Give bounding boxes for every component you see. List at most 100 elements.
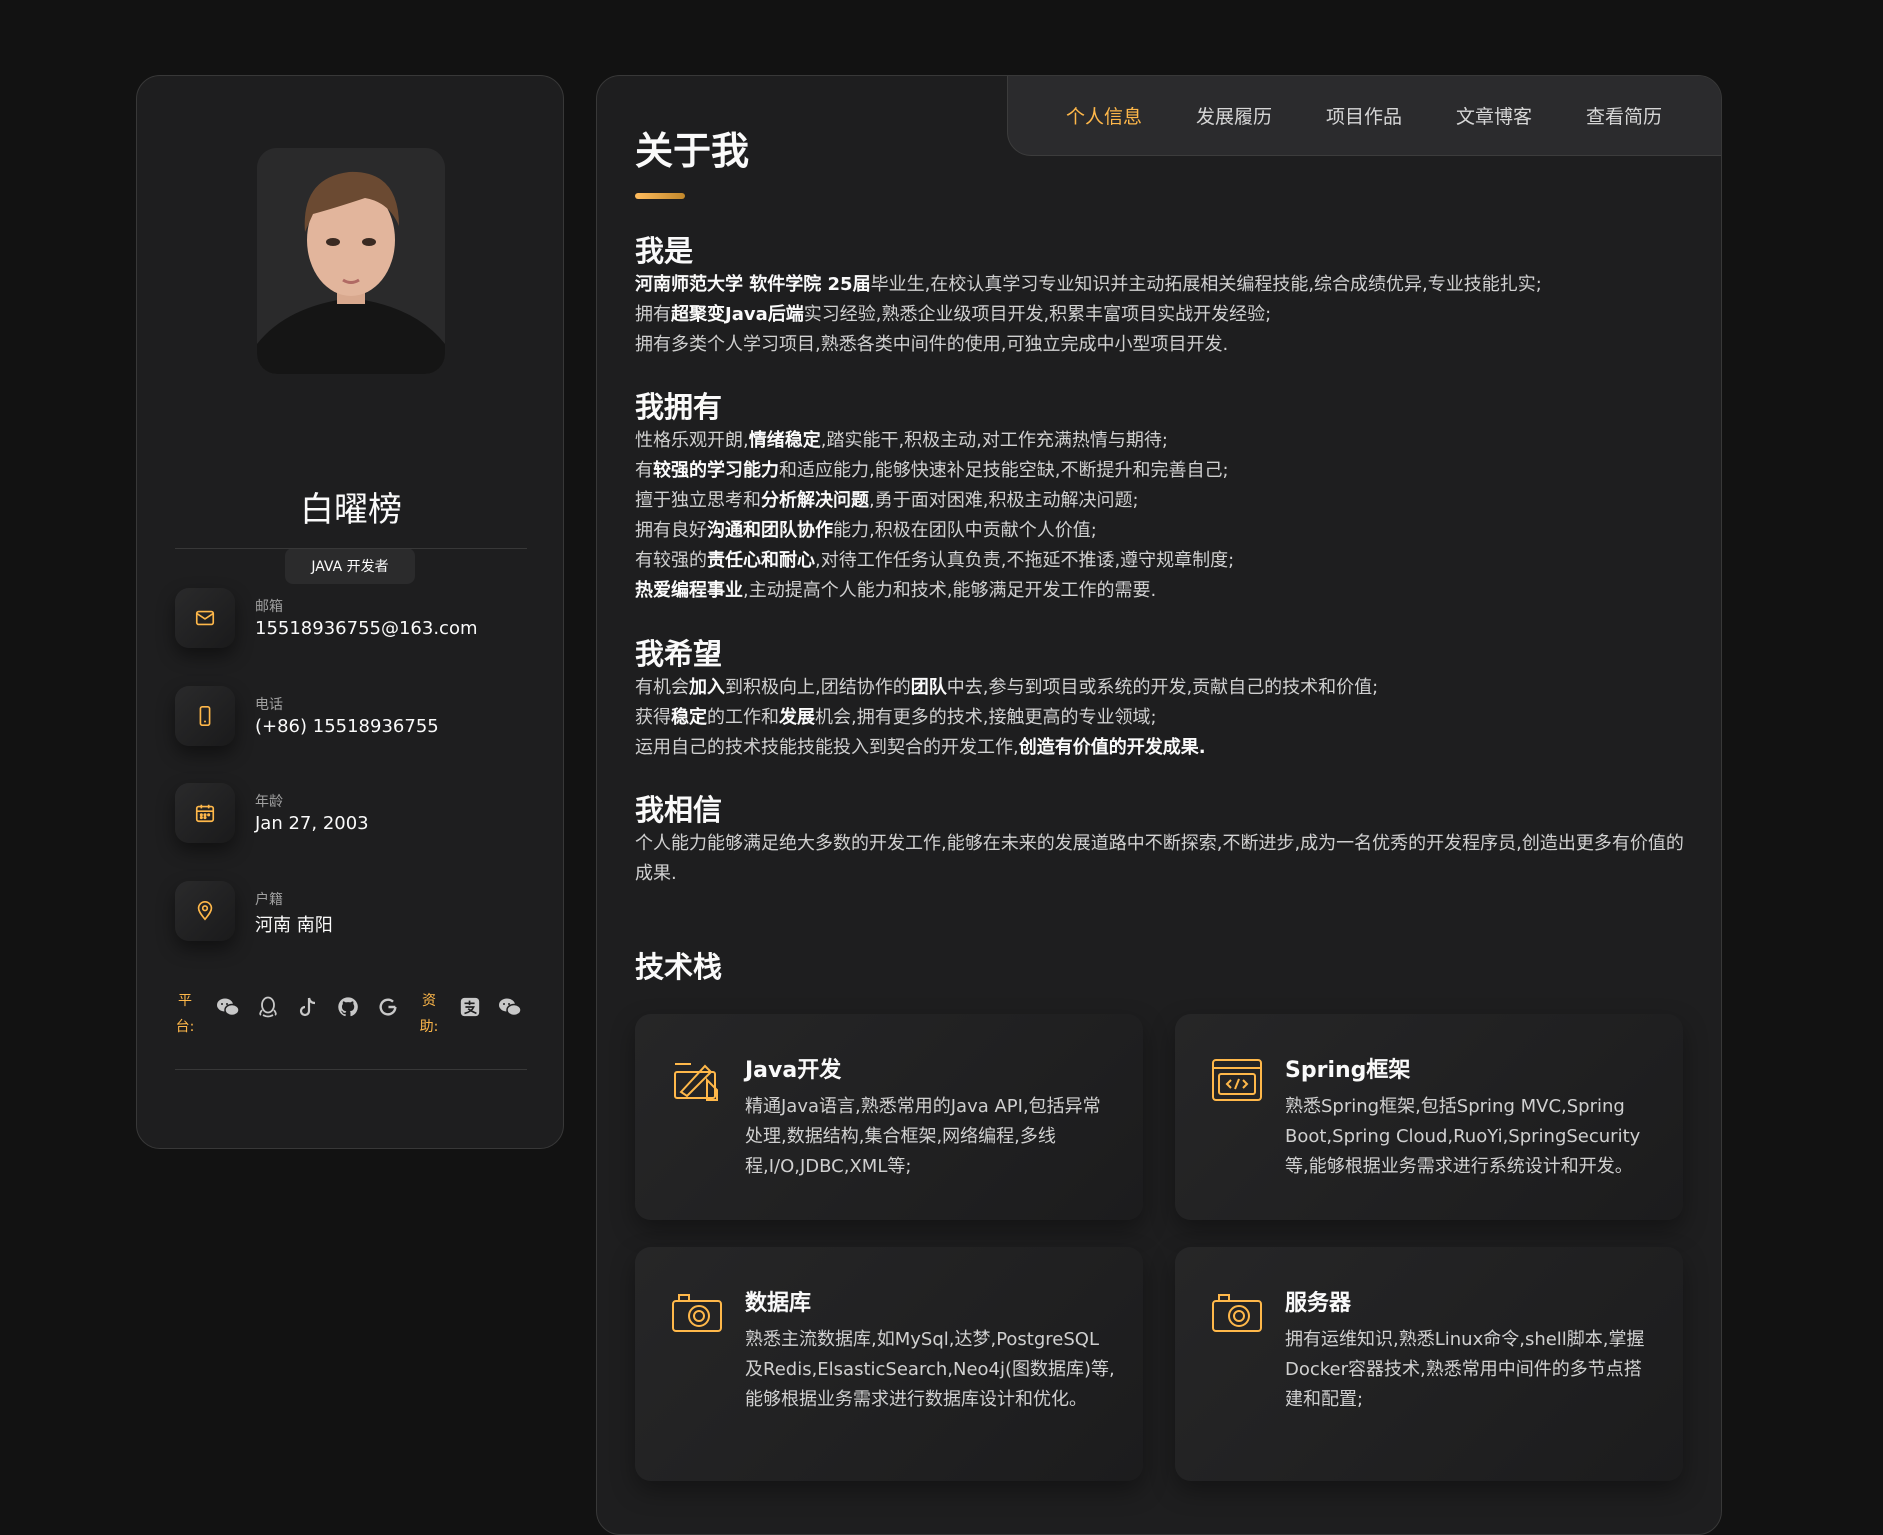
highlight-text: 发展 [779,707,815,728]
nav-item-blog[interactable]: 文章博客 [1456,102,1532,129]
service-card-java: Java开发 精通Java语言,熟悉常用的Java API,包括异常处理,数据结… [635,1014,1143,1220]
highlight-text: 团队 [910,677,947,698]
sponsor-label: 资助: [419,993,439,1035]
paragraph-line: 拥有超聚变Java后端实习经验,熟悉企业级项目开发,积累丰富项目实战开发经验; [635,300,1685,330]
profile-title-badge: JAVA 开发者 [285,548,415,584]
contact-birthday-title: 年龄 [255,794,283,810]
body-text: 的工作和 [707,707,779,728]
title-underline [635,193,685,199]
body-text: ,主动提高个人能力和技术,能够满足开发工作的需要. [743,580,1157,601]
contact-email-value[interactable]: 15518936755@163.com [255,618,478,639]
highlight-text: 热爱编程事业 [635,580,743,601]
body-text: 拥有良好 [635,520,707,541]
body-text: 获得 [635,707,671,728]
paragraph-line: 擅于独立思考和分析解决问题,勇于面对困难,积极主动解决问题; [635,486,1685,516]
camera-icon [1212,1294,1262,1332]
service-title: 数据库 [745,1291,812,1316]
section-heading-i-hope: 我希望 [635,637,723,671]
paragraph-line: 河南师范大学 软件学院 25届毕业生,在校认真学习专业知识并主动拓展相关编程技能… [635,270,1685,300]
tiktok-icon[interactable] [295,994,321,1020]
service-text: 精通Java语言,熟悉常用的Java API,包括异常处理,数据结构,集合框架,… [745,1096,1101,1177]
nav-item-resume-timeline[interactable]: 发展履历 [1196,102,1272,129]
navbar: 个人信息 发展履历 项目作品 文章博客 查看简历 [1007,76,1721,156]
phone-icon [175,686,235,746]
wechat-pay-icon[interactable] [497,994,523,1020]
highlight-text: 分析解决问题 [761,490,869,511]
avatar [257,148,445,374]
platform-label: 平台: [175,993,195,1035]
body-text: 拥有多类个人学习项目,熟悉各类中间件的使用,可独立完成中小型项目开发. [635,334,1229,355]
service-text: 拥有运维知识,熟悉Linux命令,shell脚本,掌握Docker容器技术,熟悉… [1285,1329,1645,1410]
paragraph-line: 拥有良好沟通和团队协作能力,积极在团队中贡献个人价值; [635,516,1685,546]
paragraph-line: 有机会加入到积极向上,团结协作的团队中去,参与到项目或系统的开发,贡献自己的技术… [635,673,1685,703]
contact-phone-title: 电话 [255,697,283,713]
body-text: ,对待工作任务认真负责,不拖延不推诿,遵守规章制度; [815,550,1235,571]
body-text: 实习经验,熟悉企业级项目开发,积累丰富项目实战开发经验; [803,304,1272,325]
body-text: 有 [635,460,653,481]
location-icon [175,881,235,941]
body-text: 机会,拥有更多的技术,接触更高的专业领域; [815,707,1157,728]
body-text: 个人能力能够满足绝大多数的开发工作,能够在未来的发展道路中不断探索,不断进步,成… [635,833,1684,884]
service-title: 服务器 [1285,1291,1352,1316]
highlight-text: 创造有价值的开发成果. [1018,737,1206,758]
paragraph-line: 个人能力能够满足绝大多数的开发工作,能够在未来的发展道路中不断探索,不断进步,成… [635,829,1685,889]
body-text: ,踏实能干,积极主动,对工作充满热情与期待; [820,430,1168,451]
nav-item-personal-info[interactable]: 个人信息 [1066,102,1142,129]
body-text: 性格乐观开朗, [635,430,749,451]
sidebar-separator [175,548,527,549]
highlight-text: 较强的学习能力 [653,460,779,481]
service-text: 熟悉主流数据库,如MySql,达梦,PostgreSQL及Redis,Elsas… [745,1329,1115,1410]
mail-icon [175,588,235,648]
design-tools-icon [674,1063,718,1101]
contact-location-title: 户籍 [255,892,283,908]
body-text: ,勇于面对困难,积极主动解决问题; [869,490,1139,511]
contact-location-value: 河南 南阳 [255,915,333,936]
section-body-i-have: 性格乐观开朗,情绪稳定,踏实能干,积极主动,对工作充满热情与期待; 有较强的学习能… [635,426,1685,606]
alipay-icon[interactable] [457,994,483,1020]
section-heading-i-believe: 我相信 [635,793,723,827]
section-body-i-am: 河南师范大学 软件学院 25届毕业生,在校认真学习专业知识并主动拓展相关编程技能… [635,270,1685,360]
service-title: Java开发 [745,1058,842,1083]
body-text: 有机会 [635,677,689,698]
paragraph-line: 拥有多类个人学习项目,熟悉各类中间件的使用,可独立完成中小型项目开发. [635,330,1685,360]
paragraph-line: 热爱编程事业,主动提高个人能力和技术,能够满足开发工作的需要. [635,576,1685,606]
sidebar: 白曜榜 JAVA 开发者 邮箱 15518936755@163.com 电话 (… [136,75,564,1149]
contact-location: 户籍 河南 南阳 [175,881,535,945]
code-window-icon [1212,1059,1262,1101]
contact-phone-value[interactable]: (+86) 15518936755 [255,716,439,737]
sidebar-bottom-separator [175,1069,527,1070]
github-icon[interactable] [335,994,361,1020]
google-icon[interactable] [375,994,401,1020]
body-text: 到积极向上,团结协作的 [725,677,911,698]
paragraph-line: 有较强的学习能力和适应能力,能够快速补足技能空缺,不断提升和完善自己; [635,456,1685,486]
contact-phone: 电话 (+86) 15518936755 [175,686,535,750]
service-card-database: 数据库 熟悉主流数据库,如MySql,达梦,PostgreSQL及Redis,E… [635,1247,1143,1481]
nav-item-projects[interactable]: 项目作品 [1326,102,1402,129]
qq-icon[interactable] [255,994,281,1020]
service-title: Spring框架 [1285,1058,1411,1083]
camera-icon [672,1294,722,1332]
contact-birthday: 年龄 Jan 27, 2003 [175,783,535,847]
body-text: 能力,积极在团队中贡献个人价值; [833,520,1097,541]
paragraph-line: 有较强的责任心和耐心,对待工作任务认真负责,不拖延不推诿,遵守规章制度; [635,546,1685,576]
body-text: 拥有 [635,304,671,325]
main-content: 个人信息 发展履历 项目作品 文章博客 查看简历 关于我 我是 河南师范大学 软… [596,75,1722,1535]
body-text: 中去,参与到项目或系统的开发,贡献自己的技术和价值; [946,677,1379,698]
paragraph-line: 运用自己的技术技能技能投入到契合的开发工作,创造有价值的开发成果. [635,733,1685,763]
avatar-portrait [257,148,445,374]
body-text: 和适应能力,能够快速补足技能空缺,不断提升和完善自己; [779,460,1229,481]
highlight-text: 情绪稳定 [748,430,821,451]
highlight-text: 稳定 [671,707,707,728]
section-heading-i-am: 我是 [635,234,694,268]
service-text: 熟悉Spring框架,包括Spring MVC,Spring Boot,Spri… [1285,1096,1641,1177]
contact-birthday-value: Jan 27, 2003 [255,813,369,834]
paragraph-line: 获得稳定的工作和发展机会,拥有更多的技术,接触更高的专业领域; [635,703,1685,733]
wechat-icon[interactable] [215,994,241,1020]
highlight-text: 沟通和团队协作 [707,520,833,541]
social-list: 平台: 资助: [175,978,535,1035]
contact-email-title: 邮箱 [255,599,283,615]
service-card-server: 服务器 拥有运维知识,熟悉Linux命令,shell脚本,掌握Docker容器技… [1175,1247,1683,1481]
nav-item-view-resume[interactable]: 查看简历 [1586,102,1662,129]
section-body-i-believe: 个人能力能够满足绝大多数的开发工作,能够在未来的发展道路中不断探索,不断进步,成… [635,829,1685,889]
highlight-text: 河南师范大学 软件学院 25届 [635,274,871,295]
